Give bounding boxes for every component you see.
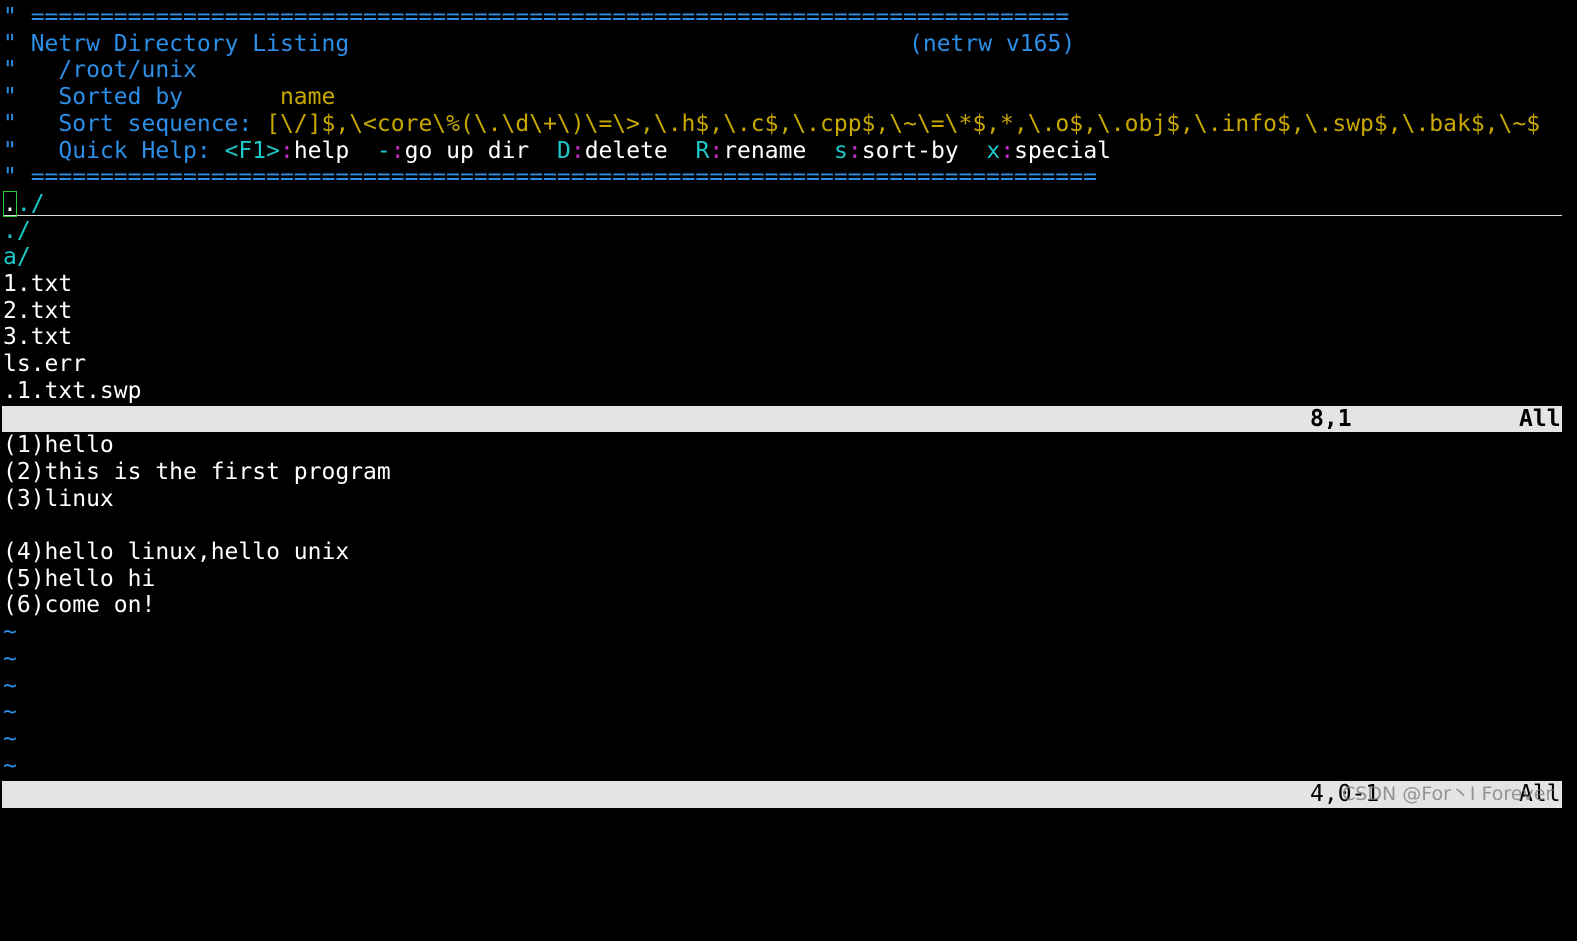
sort-seq-label: Sort sequence:: [58, 110, 253, 137]
quick-help-label: Quick Help:: [58, 137, 211, 164]
entry-dir[interactable]: ./: [3, 218, 1562, 245]
help-key: s: [834, 137, 848, 164]
current-path: /root/unix: [58, 57, 197, 84]
tilde-line: ~: [3, 645, 17, 672]
quick-help-item: D:delete: [557, 138, 696, 164]
help-action: sort-by: [861, 137, 959, 164]
banner-quickhelp-line: " Quick Help: <F1>:help -:go up dir D:de…: [3, 137, 1112, 164]
entry-file[interactable]: 3.txt: [3, 324, 1562, 351]
entry-dir[interactable]: a/: [3, 244, 1562, 271]
bottom-status-line: 1.txt 4,0-1 All CSDN @For丶I Forever: [2, 781, 1562, 834]
netrw-version: (netrw v165): [909, 30, 1076, 57]
help-action: go up dir: [404, 137, 530, 164]
entry-file[interactable]: ls.err: [3, 351, 1562, 378]
help-key: <F1>: [224, 137, 280, 164]
help-action: help: [293, 137, 350, 164]
entry-file[interactable]: 2.txt: [3, 298, 1562, 325]
tilde-line: ~: [3, 672, 17, 699]
text-line[interactable]: [3, 512, 1562, 539]
help-action: delete: [584, 137, 668, 164]
rule: ========================================…: [30, 4, 1070, 30]
status-cursor-pos: 8,1: [1310, 405, 1352, 432]
status-scroll: All: [1519, 405, 1561, 432]
quick-help-item: R:rename: [695, 138, 834, 164]
help-colon: :: [847, 137, 862, 164]
help-key: R: [695, 137, 710, 164]
tilde-line: ~: [3, 752, 17, 779]
banner-rule-top: " ======================================…: [3, 4, 1070, 30]
help-key: -: [376, 137, 391, 164]
quick-help-item: -:go up dir: [377, 138, 557, 164]
rule: ========================================…: [30, 164, 1097, 191]
tilde-line: ~: [3, 619, 17, 646]
top-status-line: ~/unix [RO] 8,1 All: [2, 405, 1562, 458]
help-colon: :: [709, 137, 724, 164]
help-action: rename: [723, 137, 807, 164]
sorted-by-label: Sorted by: [58, 84, 184, 111]
entry-parent-dir[interactable]: ../: [3, 190, 1562, 217]
text-line[interactable]: (5)hello hi: [3, 566, 1562, 593]
sorted-by-value: name: [279, 84, 336, 111]
entry-file[interactable]: .1.txt.swp: [3, 378, 1562, 405]
help-colon: :: [390, 137, 405, 164]
banner-path-line: " /root/unix: [3, 57, 197, 84]
status-filename: 1.txt: [57, 807, 127, 834]
cursor: .: [3, 190, 17, 217]
help-colon: :: [279, 137, 294, 164]
entry-file[interactable]: 1.txt: [3, 271, 1562, 298]
text-line[interactable]: (4)hello linux,hello unix: [3, 539, 1562, 566]
quick-help-item: x:special: [986, 138, 1111, 164]
banner-title-line: " Netrw Directory Listing (netrw v165): [3, 30, 1076, 57]
text-line[interactable]: (1)hello: [3, 432, 1562, 459]
watermark: CSDN @For丶I Forever: [1342, 783, 1554, 805]
banner-sortseq-line: " Sort sequence: [\/]$,\<core\%(\.\d\+\)…: [3, 110, 1541, 137]
banner-title: Netrw Directory Listing: [30, 30, 350, 57]
text-line[interactable]: (2)this is the first program: [3, 459, 1562, 486]
help-key: D: [556, 137, 571, 164]
quick-help-item: <F1>:help: [225, 138, 377, 164]
help-colon: :: [1000, 137, 1015, 164]
banner-rule-bottom: " ======================================…: [3, 164, 1097, 191]
help-key: x: [986, 137, 1001, 164]
tilde-line: ~: [3, 725, 17, 752]
text-line[interactable]: (6)come on!: [3, 592, 1562, 619]
banner-sorted-line: " Sorted by name: [3, 84, 336, 111]
tilde-line: ~: [3, 699, 17, 726]
quick-help-item: s:sort-by: [834, 138, 986, 164]
text-line[interactable]: (3)linux: [3, 486, 1562, 513]
help-action: special: [1014, 137, 1112, 164]
help-colon: :: [570, 137, 585, 164]
sort-seq-value: [\/]$,\<core\%(\.\d\+\)\=\>,\.h$,\.c$,\.…: [266, 110, 1541, 137]
